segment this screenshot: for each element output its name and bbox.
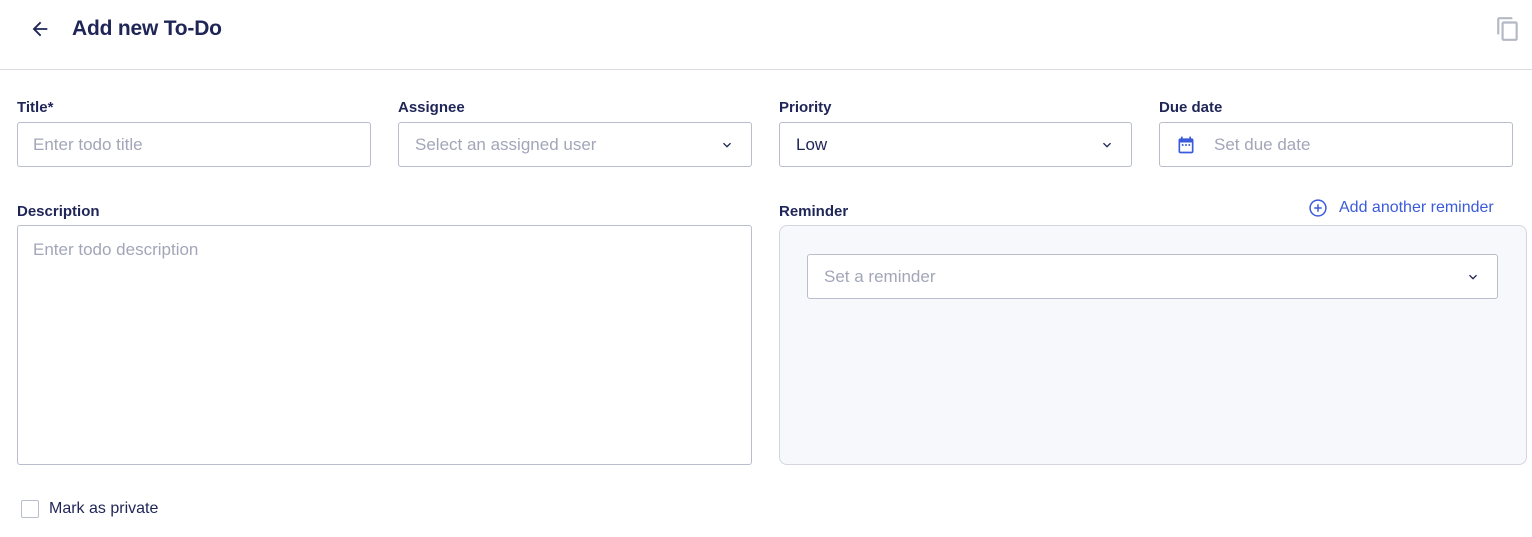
- title-input[interactable]: [18, 123, 370, 166]
- page-header: Add new To-Do: [0, 0, 1532, 70]
- description-field-box: [17, 225, 752, 465]
- private-checkbox-label[interactable]: Mark as private: [49, 500, 158, 518]
- title-field-box: [17, 122, 371, 167]
- copy-button[interactable]: [1494, 14, 1522, 44]
- description-textarea[interactable]: [18, 226, 751, 464]
- assignee-placeholder: Select an assigned user: [415, 134, 597, 154]
- page-title: Add new To-Do: [72, 17, 222, 40]
- reminder-label: Reminder: [779, 203, 849, 220]
- chevron-down-icon: [1103, 142, 1111, 148]
- priority-value: Low: [796, 134, 828, 154]
- description-label: Description: [17, 203, 100, 220]
- calendar-icon: [1178, 136, 1194, 154]
- assignee-label: Assignee: [398, 99, 465, 116]
- priority-select[interactable]: Low: [779, 122, 1132, 167]
- add-reminder-button[interactable]: Add another reminder: [1308, 197, 1494, 219]
- chevron-down-icon: [723, 142, 731, 148]
- due-date-field[interactable]: Set due date: [1159, 122, 1513, 167]
- private-checkbox[interactable]: [21, 500, 39, 518]
- reminder-placeholder: Set a reminder: [824, 266, 936, 286]
- reminder-select[interactable]: Set a reminder: [807, 254, 1498, 299]
- add-reminder-label: Add another reminder: [1339, 199, 1494, 216]
- assignee-select[interactable]: Select an assigned user: [398, 122, 752, 167]
- copy-icon: [1497, 17, 1518, 41]
- chevron-down-icon: [1469, 274, 1477, 280]
- plus-circle-icon: [1309, 199, 1327, 217]
- arrow-left-icon: [32, 21, 48, 37]
- due-date-label: Due date: [1159, 99, 1223, 116]
- due-date-placeholder: Set due date: [1214, 134, 1311, 154]
- back-button[interactable]: [26, 15, 54, 43]
- private-checkbox-row: Mark as private: [21, 500, 158, 518]
- priority-label: Priority: [779, 99, 832, 116]
- title-label: Title*: [17, 99, 54, 116]
